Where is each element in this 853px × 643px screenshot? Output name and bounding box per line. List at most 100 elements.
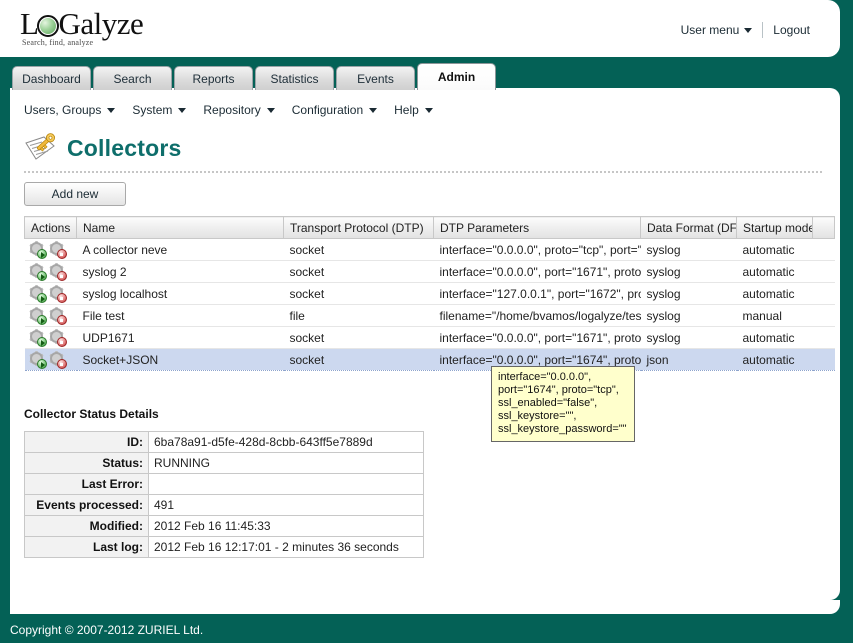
footer: Copyright © 2007-2012 ZURIEL Ltd. — [0, 620, 853, 643]
tab-admin[interactable]: Admin — [417, 63, 496, 90]
stop-collector-icon[interactable] — [48, 241, 67, 259]
stop-collector-icon[interactable] — [48, 285, 67, 303]
status-value-status: RUNNING — [148, 452, 424, 474]
add-new-button[interactable]: Add new — [24, 182, 126, 206]
col-transport-protocol[interactable]: Transport Protocol (DTP) — [283, 216, 434, 239]
status-row-last-error: Last Error: — [24, 473, 424, 495]
row-actions — [24, 326, 77, 349]
table-header-row: Actions Name Transport Protocol (DTP) DT… — [24, 216, 835, 239]
chevron-down-icon — [178, 107, 187, 113]
cell-df: syslog — [640, 260, 737, 283]
start-collector-icon[interactable] — [28, 241, 47, 259]
row-actions — [24, 238, 77, 261]
cell-spacer — [812, 326, 835, 349]
row-actions — [24, 304, 77, 327]
tab-dashboard[interactable]: Dashboard — [12, 66, 91, 90]
submenu-item-configuration[interactable]: Configuration — [292, 103, 378, 117]
table-row[interactable]: A collector neve socket interface="0.0.0… — [24, 238, 835, 261]
status-label-modified: Modified: — [24, 515, 149, 537]
table-row-selected[interactable]: Socket+JSON socket interface="0.0.0.0", … — [24, 348, 835, 371]
user-menu-button[interactable]: User menu — [681, 23, 753, 37]
table-filler-row — [25, 371, 835, 395]
status-label-last-error: Last Error: — [24, 473, 149, 495]
stop-collector-icon[interactable] — [48, 307, 67, 325]
cell-startup: automatic — [736, 326, 813, 349]
logo: L Galyze Search, find, analyze — [20, 6, 144, 48]
status-row-modified: Modified: 2012 Feb 16 11:45:33 — [24, 515, 424, 537]
table-row[interactable]: File test file filename="/home/bvamos/lo… — [24, 304, 835, 327]
header-actions: User menu Logout — [681, 22, 810, 38]
stop-collector-icon[interactable] — [48, 329, 67, 347]
stop-collector-icon[interactable] — [48, 263, 67, 281]
start-collector-icon[interactable] — [28, 329, 47, 347]
tab-search[interactable]: Search — [93, 66, 172, 90]
submenu-label-help: Help — [394, 103, 419, 117]
tab-statistics[interactable]: Statistics — [255, 66, 334, 90]
cell-startup: automatic — [736, 348, 813, 371]
status-value-id: 6ba78a91-d5fe-428d-8cbb-643ff5e7889d — [148, 431, 424, 453]
tooltip-line-5: ssl_keystore_password="" — [498, 423, 627, 435]
status-row-events-processed: Events processed: 491 — [24, 494, 424, 516]
tab-reports[interactable]: Reports — [174, 66, 253, 90]
submenu-item-help[interactable]: Help — [394, 103, 433, 117]
cell-name: Socket+JSON — [76, 348, 284, 371]
cell-dtp: socket — [283, 282, 434, 305]
tooltip-line-3: ssl_enabled="false", — [498, 397, 598, 409]
page-title: Collectors — [67, 134, 182, 161]
status-label-status: Status: — [24, 452, 149, 474]
cell-spacer — [812, 282, 835, 305]
submenu-item-repository[interactable]: Repository — [203, 103, 275, 117]
status-label-events-processed: Events processed: — [24, 494, 149, 516]
cell-df: syslog — [640, 282, 737, 305]
header-divider — [762, 22, 764, 38]
main-tabs: Dashboard Search Reports Statistics Even… — [12, 63, 496, 90]
app-header: L Galyze Search, find, analyze User menu … — [0, 0, 840, 57]
start-collector-icon[interactable] — [28, 307, 47, 325]
logout-link[interactable]: Logout — [773, 23, 810, 37]
tooltip-line-1: interface="0.0.0.0", — [498, 371, 592, 383]
table-row[interactable]: syslog localhost socket interface="127.0… — [24, 282, 835, 305]
panel-bottom-cap — [10, 600, 840, 614]
chevron-down-icon — [266, 107, 275, 113]
status-row-id: ID: 6ba78a91-d5fe-428d-8cbb-643ff5e7889d — [24, 431, 424, 453]
start-collector-icon[interactable] — [28, 263, 47, 281]
cell-params: interface="127.0.0.1", port="1672", prot… — [433, 282, 641, 305]
stop-collector-icon[interactable] — [48, 351, 67, 369]
submenu-item-users-groups[interactable]: Users, Groups — [24, 103, 116, 117]
cell-name: File test — [76, 304, 284, 327]
status-row-status: Status: RUNNING — [24, 452, 424, 474]
cell-startup: manual — [736, 304, 813, 327]
cell-dtp: socket — [283, 348, 434, 371]
cell-params: interface="0.0.0.0", port="1671", proto=… — [433, 260, 641, 283]
cell-name: A collector neve — [76, 238, 284, 261]
cell-startup: automatic — [736, 260, 813, 283]
col-name[interactable]: Name — [76, 216, 284, 239]
table-row[interactable]: UDP1671 socket interface="0.0.0.0", port… — [24, 326, 835, 349]
col-data-format[interactable]: Data Format (DF) — [640, 216, 737, 239]
table-row[interactable]: syslog 2 socket interface="0.0.0.0", por… — [24, 260, 835, 283]
chevron-down-icon — [744, 27, 753, 33]
status-details-wrap: ID: 6ba78a91-d5fe-428d-8cbb-643ff5e7889d… — [10, 421, 840, 558]
logo-text-before: L — [20, 6, 39, 41]
cell-params: interface="0.0.0.0", proto="tcp", port="… — [433, 238, 641, 261]
col-dtp-parameters[interactable]: DTP Parameters — [433, 216, 641, 239]
start-collector-icon[interactable] — [28, 351, 47, 369]
submenu-label-repository: Repository — [203, 103, 261, 117]
dtp-parameters-tooltip: interface="0.0.0.0", port="1674", proto=… — [491, 366, 635, 442]
cell-name: syslog 2 — [76, 260, 284, 283]
tab-events[interactable]: Events — [336, 66, 415, 90]
col-startup-mode[interactable]: Startup mode — [736, 216, 813, 239]
status-value-last-log: 2012 Feb 16 12:17:01 - 2 minutes 36 seco… — [148, 536, 424, 558]
row-actions — [24, 282, 77, 305]
content-panel: Users, Groups System Repository Configur… — [10, 88, 840, 600]
submenu-item-system[interactable]: System — [132, 103, 187, 117]
col-actions[interactable]: Actions — [24, 216, 77, 239]
chevron-down-icon — [424, 107, 433, 113]
cell-params: filename="/home/bvamos/logalyze/test/TE — [433, 304, 641, 327]
logo-green-o-icon — [37, 15, 60, 37]
tooltip-line-2: port="1674", proto="tcp", — [498, 384, 619, 396]
document-key-icon — [24, 133, 58, 163]
cell-startup: automatic — [736, 282, 813, 305]
status-value-last-error — [148, 473, 424, 495]
start-collector-icon[interactable] — [28, 285, 47, 303]
